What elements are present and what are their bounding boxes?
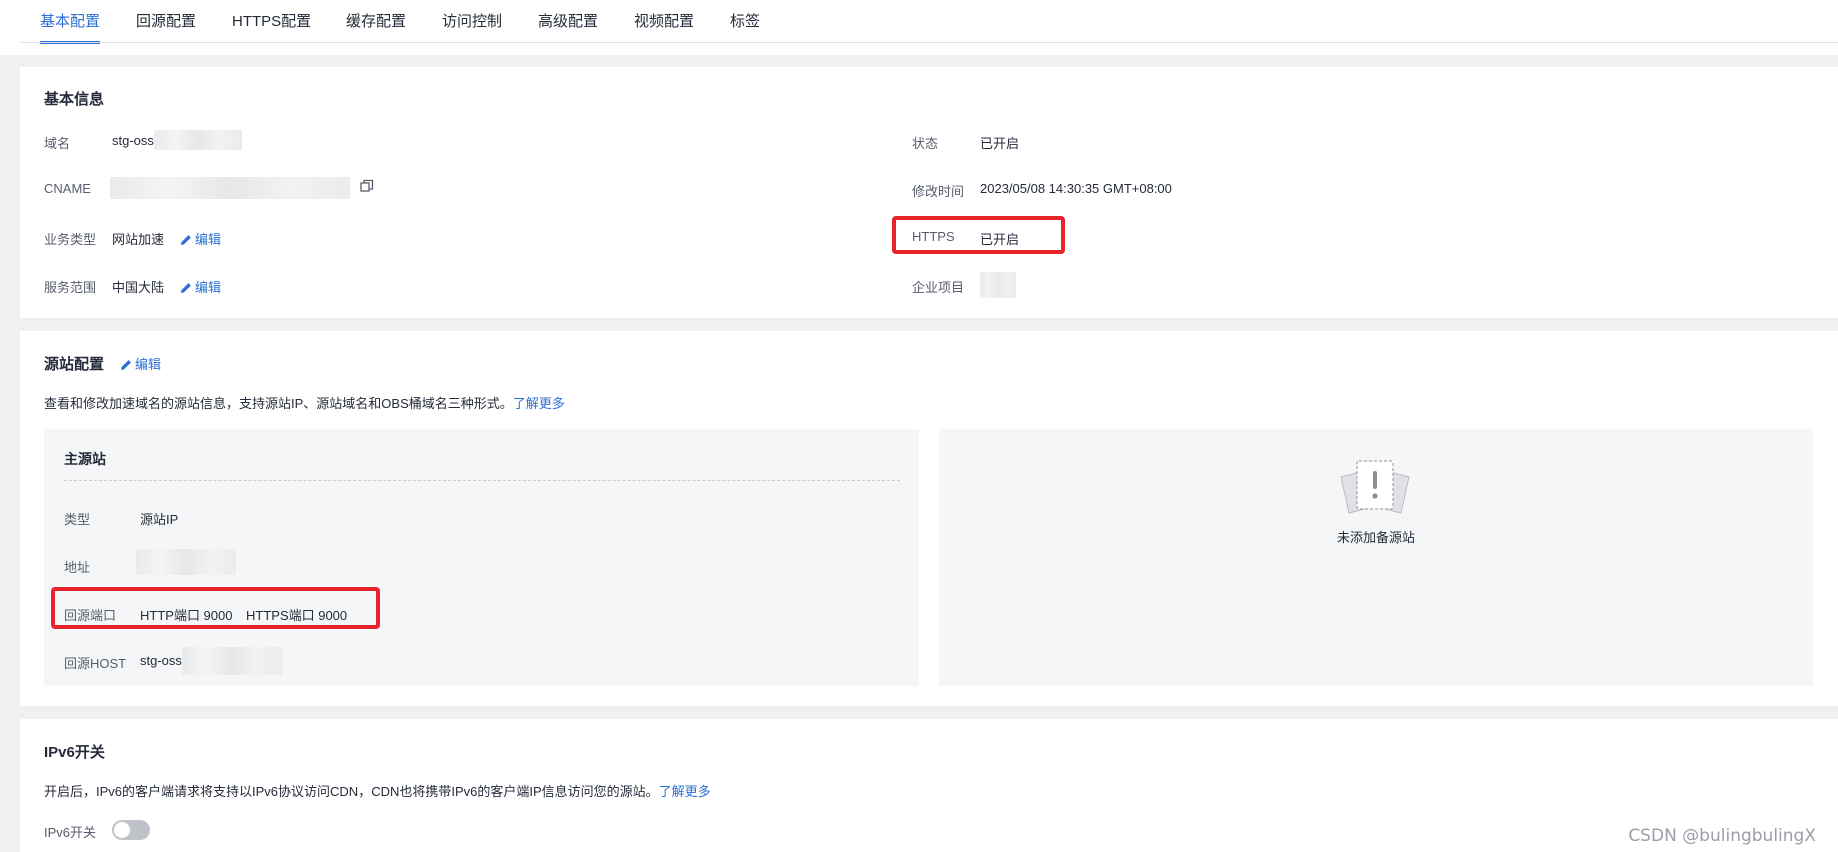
- origin-host-value: stg-oss.: [140, 653, 186, 668]
- primary-origin-divider: [64, 480, 900, 481]
- tab-cache-config[interactable]: 缓存配置: [346, 0, 406, 43]
- tab-origin-config[interactable]: 回源配置: [136, 0, 196, 43]
- origin-address-redacted: [136, 549, 236, 575]
- edit-label: 编辑: [195, 232, 222, 247]
- pencil-icon: [121, 360, 131, 370]
- domain-label: 域名: [44, 136, 71, 151]
- origin-config-card: 源站配置 编辑 查看和修改加速域名的源站信息，支持源站IP、源站域名和OBS桶域…: [20, 331, 1838, 706]
- tab-https-config[interactable]: HTTPS配置: [232, 0, 311, 43]
- ipv6-description: 开启后，IPv6的客户端请求将支持以IPv6协议访问CDN，CDN也将携带IPv…: [44, 781, 711, 800]
- empty-state-icon: [1335, 455, 1415, 520]
- ipv6-card: IPv6开关 开启后，IPv6的客户端请求将支持以IPv6协议访问CDN，CDN…: [20, 719, 1838, 852]
- tab-access-control[interactable]: 访问控制: [442, 0, 502, 43]
- edit-label: 编辑: [195, 280, 222, 295]
- tab-advanced-config[interactable]: 高级配置: [538, 0, 598, 43]
- status-label: 状态: [912, 136, 939, 151]
- tab-bar: 基本配置 回源配置 HTTPS配置 缓存配置 访问控制 高级配置 视频配置 标签: [0, 0, 1838, 55]
- origin-type-label: 类型: [64, 512, 91, 527]
- pencil-icon: [181, 235, 191, 245]
- domain-redacted: [154, 130, 242, 150]
- service-type-label: 业务类型: [44, 232, 97, 247]
- service-type-value: 网站加速: [112, 232, 165, 247]
- enterprise-project-redacted: [980, 272, 1016, 298]
- primary-origin-panel: 主源站 类型 源站IP 地址 回源端口 HTTP端口 9000 HTTPS端口 …: [44, 429, 919, 686]
- primary-origin-title: 主源站: [64, 451, 106, 467]
- enterprise-project-label: 企业项目: [912, 280, 965, 295]
- domain-value: stg-oss.: [112, 133, 158, 148]
- ipv6-title: IPv6开关: [44, 744, 105, 761]
- modified-time-label: 修改时间: [912, 184, 965, 199]
- tab-tags[interactable]: 标签: [730, 0, 760, 43]
- origin-description: 查看和修改加速域名的源站信息，支持源站IP、源站域名和OBS桶域名三种形式。了解…: [44, 393, 565, 412]
- origin-host-redacted: [182, 647, 282, 675]
- service-scope-value: 中国大陆: [112, 280, 165, 295]
- cname-redacted: [110, 177, 350, 199]
- origin-port-highlight-box: [51, 587, 380, 629]
- https-highlight-box: [892, 216, 1065, 254]
- ipv6-learn-more-link[interactable]: 了解更多: [659, 784, 711, 799]
- origin-config-title: 源站配置: [44, 356, 105, 373]
- toggle-knob: [114, 822, 130, 838]
- origin-description-text: 查看和修改加速域名的源站信息，支持源站IP、源站域名和OBS桶域名三种形式。: [44, 396, 513, 411]
- service-scope-label: 服务范围: [44, 280, 97, 295]
- backup-origin-empty-text: 未添加备源站: [1336, 530, 1415, 545]
- backup-origin-panel: 未添加备源站: [939, 429, 1813, 686]
- pencil-icon: [181, 283, 191, 293]
- cname-label: CNAME: [44, 181, 91, 196]
- basic-info-title: 基本信息: [44, 91, 105, 108]
- origin-learn-more-link[interactable]: 了解更多: [513, 396, 565, 411]
- basic-info-card: 基本信息 域名 stg-oss. CNAME 业务类型 网站加速 编辑 服务范围…: [20, 67, 1838, 318]
- status-value: 已开启: [980, 136, 1020, 151]
- tab-video-config[interactable]: 视频配置: [634, 0, 694, 43]
- tab-basic-config[interactable]: 基本配置: [40, 0, 101, 44]
- origin-host-label: 回源HOST: [64, 656, 127, 671]
- modified-time-value: 2023/05/08 14:30:35 GMT+08:00: [980, 181, 1172, 196]
- ipv6-description-text: 开启后，IPv6的客户端请求将支持以IPv6协议访问CDN，CDN也将携带IPv…: [44, 784, 659, 799]
- ipv6-toggle[interactable]: [112, 820, 150, 840]
- origin-edit-button[interactable]: 编辑: [120, 354, 161, 373]
- watermark: CSDN @bulingbulingX: [1628, 826, 1816, 846]
- ipv6-switch-label: IPv6开关: [44, 825, 97, 840]
- origin-address-label: 地址: [64, 560, 91, 575]
- service-scope-edit-button[interactable]: 编辑: [180, 277, 221, 296]
- origin-type-value: 源站IP: [140, 512, 179, 527]
- copy-icon[interactable]: [360, 179, 374, 196]
- edit-label: 编辑: [135, 357, 162, 372]
- tab-divider: [20, 42, 1838, 43]
- service-type-edit-button[interactable]: 编辑: [180, 229, 221, 248]
